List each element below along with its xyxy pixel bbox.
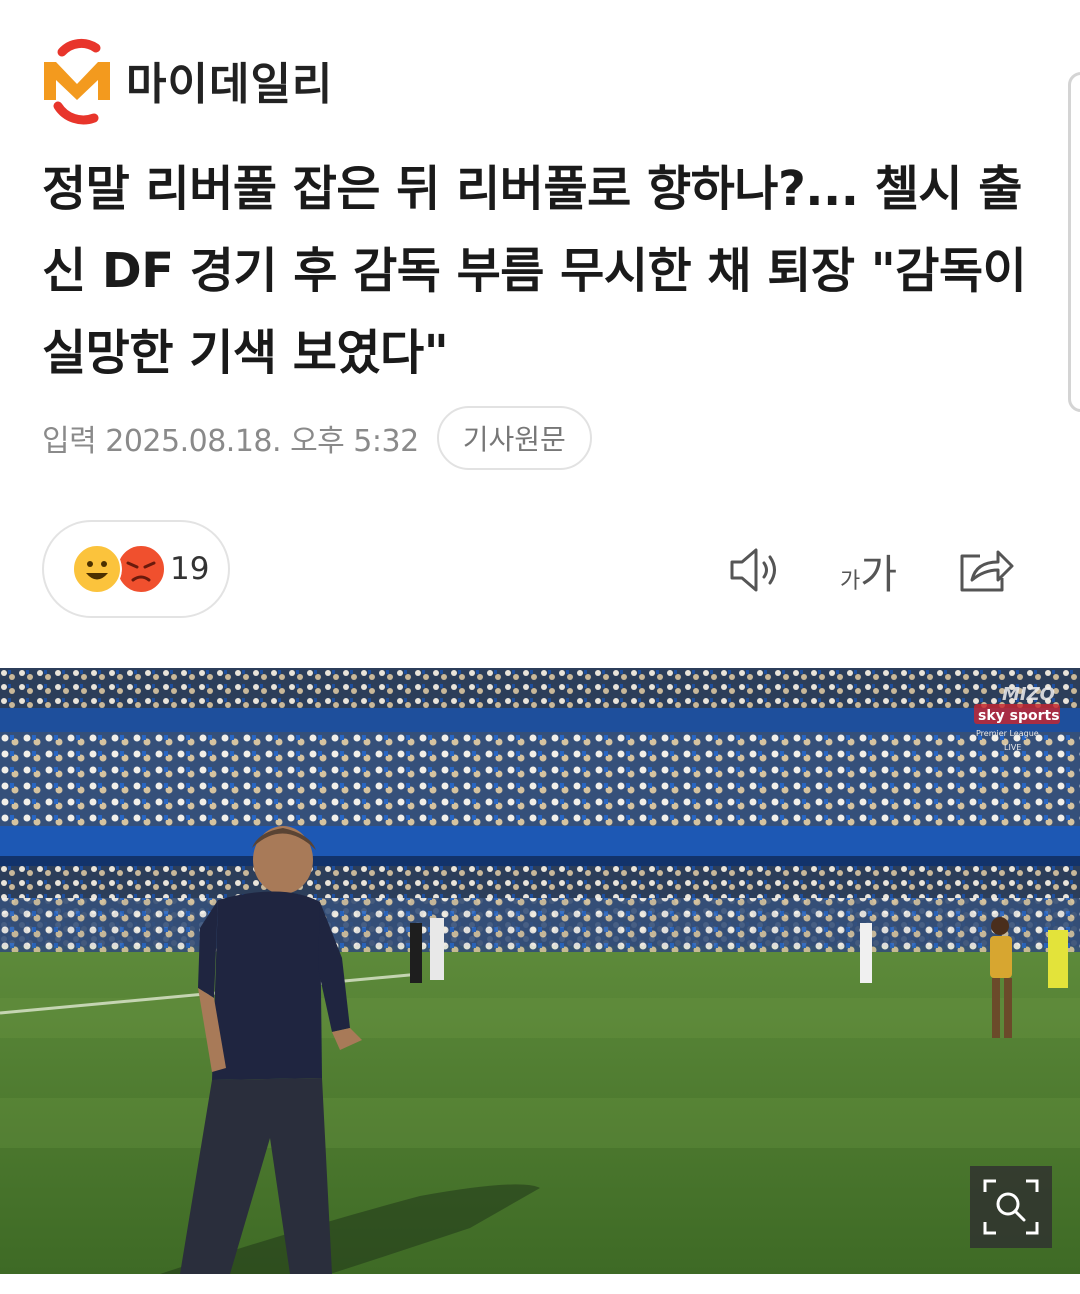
broadcast-logo-live: LIVE (1004, 743, 1021, 752)
stadium-scene-image: MIZO sky sports Premier League LIVE (0, 668, 1080, 1274)
font-size-icon[interactable]: 가가 (840, 542, 904, 598)
zoom-icon (983, 1179, 1039, 1235)
article-page: 마이데일리 정말 리버풀 잡은 뒤 리버풀로 향하나?... 첼시 출신 DF … (0, 0, 1080, 1294)
broadcast-logo-main: sky sports (978, 708, 1060, 724)
article-meta: 입력 2025.08.18. 오후 5:32 기사원문 (42, 406, 592, 470)
broadcast-logo-top: MIZO (1002, 684, 1055, 705)
mydaily-logo-icon (44, 38, 110, 125)
speaker-icon[interactable] (728, 546, 784, 594)
broadcast-logo-sub: Premier League (976, 729, 1039, 738)
logo[interactable]: 마이데일리 (42, 34, 333, 126)
article-photo[interactable]: MIZO sky sports Premier League LIVE (0, 668, 1080, 1274)
font-small-label: 가 (840, 569, 861, 594)
reaction-emojis (72, 544, 166, 594)
font-large-label: 가 (860, 552, 898, 598)
brand-name: 마이데일리 (126, 59, 334, 110)
smile-emoji-icon (72, 544, 122, 594)
article-title: 정말 리버풀 잡은 뒤 리버풀로 향하나?... 첼시 출신 DF 경기 후 감… (42, 161, 1027, 381)
reaction-count: 19 (170, 551, 210, 587)
original-article-button[interactable]: 기사원문 (436, 406, 592, 470)
share-icon[interactable] (958, 544, 1016, 594)
reaction-button[interactable]: 19 (42, 520, 230, 618)
publish-date: 입력 2025.08.18. 오후 5:32 (42, 424, 419, 459)
image-zoom-button[interactable] (970, 1166, 1052, 1248)
angry-emoji-icon (116, 544, 166, 594)
scroll-handle[interactable] (1068, 72, 1080, 412)
